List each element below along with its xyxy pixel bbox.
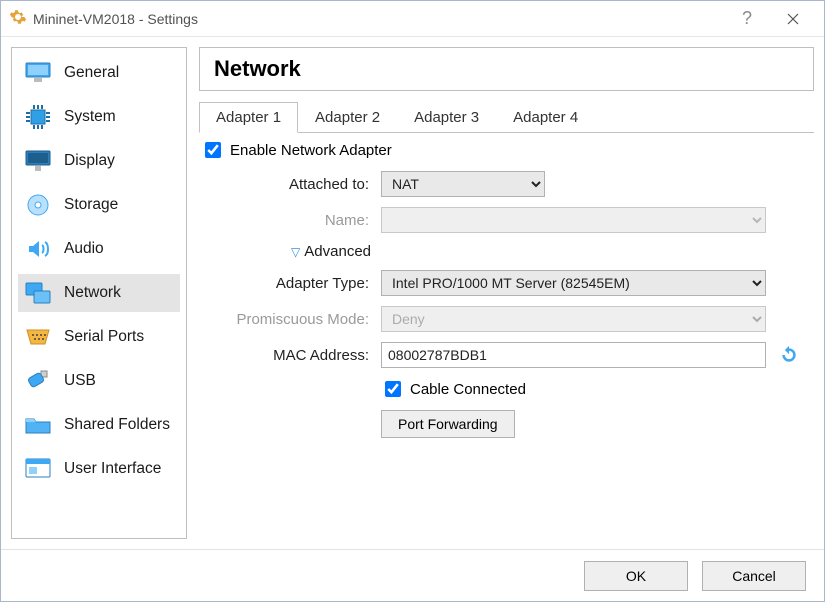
sidebar-item-label: USB	[64, 372, 96, 390]
ui-icon	[24, 455, 52, 483]
sidebar-item-system[interactable]: System	[18, 98, 180, 136]
folder-icon	[24, 411, 52, 439]
sidebar-item-storage[interactable]: Storage	[18, 186, 180, 224]
help-button[interactable]: ?	[724, 5, 770, 33]
network-icon	[24, 279, 52, 307]
window-title-wrap: Mininet-VM2018 - Settings	[9, 8, 724, 29]
adapter-form: Enable Network Adapter Attached to: NAT …	[199, 133, 814, 438]
sidebar-item-label: Audio	[64, 240, 104, 258]
enable-adapter-checkbox[interactable]	[205, 142, 221, 158]
enable-adapter-row: Enable Network Adapter	[201, 139, 810, 161]
window-title: Mininet-VM2018 - Settings	[33, 11, 198, 27]
port-forwarding-cell: Port Forwarding	[381, 410, 766, 438]
enable-adapter-label: Enable Network Adapter	[230, 142, 392, 159]
gear-icon	[9, 8, 27, 29]
sidebar-item-display[interactable]: Display	[18, 142, 180, 180]
display-icon	[24, 147, 52, 175]
sidebar-item-audio[interactable]: Audio	[18, 230, 180, 268]
attached-to-select[interactable]: NAT	[381, 171, 545, 197]
port-forwarding-button[interactable]: Port Forwarding	[381, 410, 515, 438]
cancel-button[interactable]: Cancel	[702, 561, 806, 591]
dialog-footer: OK Cancel	[1, 549, 824, 601]
sidebar-item-label: Network	[64, 284, 121, 302]
page-inner: Adapter 1 Adapter 2 Adapter 3 Adapter 4 …	[199, 101, 814, 539]
ok-button[interactable]: OK	[584, 561, 688, 591]
sidebar-item-serial-ports[interactable]: Serial Ports	[18, 318, 180, 356]
tab-adapter-4[interactable]: Adapter 4	[496, 102, 595, 133]
promiscuous-mode-select: Deny	[381, 306, 766, 332]
adapter-tabs: Adapter 1 Adapter 2 Adapter 3 Adapter 4	[199, 101, 814, 133]
close-button[interactable]	[770, 5, 816, 33]
tab-adapter-2[interactable]: Adapter 2	[298, 102, 397, 133]
speaker-icon	[24, 235, 52, 263]
chip-icon	[24, 103, 52, 131]
sidebar-item-label: User Interface	[64, 460, 161, 478]
tab-adapter-3[interactable]: Adapter 3	[397, 102, 496, 133]
attached-to-label: Attached to:	[201, 176, 371, 193]
advanced-label: Advanced	[304, 243, 371, 260]
settings-window: Mininet-VM2018 - Settings ? General Syst…	[0, 0, 825, 602]
enable-adapter-checkbox-wrap[interactable]: Enable Network Adapter	[201, 139, 392, 161]
monitor-icon	[24, 59, 52, 87]
caret-down-icon: ▽	[291, 245, 300, 259]
name-select	[381, 207, 766, 233]
page-title: Network	[199, 47, 814, 91]
sidebar-item-label: Display	[64, 152, 115, 170]
sidebar-item-label: System	[64, 108, 116, 126]
content-pane: Network Adapter 1 Adapter 2 Adapter 3 Ad…	[199, 47, 814, 539]
cable-connected-checkbox[interactable]	[385, 381, 401, 397]
sidebar-item-label: Serial Ports	[64, 328, 144, 346]
refresh-mac-button[interactable]	[776, 342, 802, 368]
mac-address-input[interactable]	[381, 342, 766, 368]
usb-icon	[24, 367, 52, 395]
attached-to-cell: NAT	[381, 171, 766, 197]
body: General System Display Storage	[1, 37, 824, 549]
name-label: Name:	[201, 212, 371, 229]
cable-connected-wrap[interactable]: Cable Connected	[381, 378, 766, 400]
disk-icon	[24, 191, 52, 219]
title-bar: Mininet-VM2018 - Settings ?	[1, 1, 824, 37]
cable-connected-label: Cable Connected	[410, 381, 526, 398]
mac-address-label: MAC Address:	[201, 347, 371, 364]
promiscuous-mode-label: Promiscuous Mode:	[201, 311, 371, 328]
sidebar-item-label: Storage	[64, 196, 118, 214]
advanced-toggle[interactable]: ▽ Advanced	[201, 243, 371, 260]
adapter-type-select[interactable]: Intel PRO/1000 MT Server (82545EM)	[381, 270, 766, 296]
tab-adapter-1[interactable]: Adapter 1	[199, 102, 298, 133]
sidebar-item-general[interactable]: General	[18, 54, 180, 92]
sidebar-item-shared-folders[interactable]: Shared Folders	[18, 406, 180, 444]
serial-port-icon	[24, 323, 52, 351]
sidebar-item-network[interactable]: Network	[18, 274, 180, 312]
sidebar-item-label: Shared Folders	[64, 416, 170, 434]
adapter-type-label: Adapter Type:	[201, 275, 371, 292]
sidebar: General System Display Storage	[11, 47, 187, 539]
sidebar-item-user-interface[interactable]: User Interface	[18, 450, 180, 488]
sidebar-item-label: General	[64, 64, 119, 82]
sidebar-item-usb[interactable]: USB	[18, 362, 180, 400]
